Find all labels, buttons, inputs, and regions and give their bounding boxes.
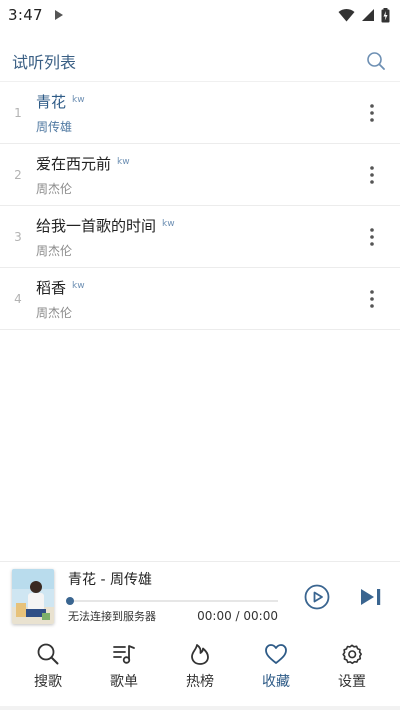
song-info: 稻香 kw 周杰伦 — [36, 277, 352, 321]
song-source-tag: kw — [117, 156, 130, 167]
status-time: 3:47 — [8, 6, 43, 24]
song-source-tag: kw — [162, 218, 175, 229]
nav-label: 设置 — [338, 674, 366, 690]
more-vertical-icon — [370, 165, 374, 184]
status-bar: 3:47 — [0, 0, 400, 30]
song-info: 青花 kw 周传雄 — [36, 91, 352, 135]
search-button[interactable] — [364, 49, 388, 73]
song-info: 给我一首歌的时间 kw 周杰伦 — [36, 215, 352, 259]
progress-bar[interactable] — [66, 597, 278, 605]
cell-signal-icon — [362, 9, 374, 21]
search-icon — [37, 643, 59, 665]
song-info: 爱在西元前 kw 周杰伦 — [36, 153, 352, 197]
song-index: 3 — [14, 229, 22, 244]
song-row[interactable]: 3 给我一首歌的时间 kw 周杰伦 — [0, 206, 400, 268]
song-source-tag: kw — [72, 280, 85, 291]
skip-next-icon — [361, 588, 381, 605]
song-row[interactable]: 1 青花 kw 周传雄 — [0, 82, 400, 144]
song-title: 给我一首歌的时间 — [36, 216, 157, 235]
more-vertical-icon — [370, 103, 374, 122]
song-source-tag: kw — [72, 94, 85, 105]
gear-icon — [342, 644, 362, 665]
song-index: 2 — [14, 167, 22, 182]
flame-icon — [191, 644, 209, 665]
song-row[interactable]: 2 爱在西元前 kw 周杰伦 — [0, 144, 400, 206]
more-vertical-icon — [370, 227, 374, 246]
album-cover[interactable] — [12, 569, 54, 624]
search-icon — [367, 51, 385, 70]
bottom-nav: 搜歌 歌单 热榜 收藏 设置 — [0, 635, 400, 697]
more-options-button[interactable] — [352, 155, 392, 195]
song-title: 爱在西元前 — [36, 154, 112, 173]
more-options-button[interactable] — [352, 279, 392, 319]
nav-item-favorites[interactable]: 收藏 — [246, 641, 306, 691]
player-status-message: 无法连接到服务器 — [68, 610, 156, 623]
song-row[interactable]: 4 稻香 kw 周杰伦 — [0, 268, 400, 330]
nav-item-playlist[interactable]: 歌单 — [94, 641, 154, 691]
song-title: 青花 — [36, 92, 67, 111]
nav-label: 热榜 — [186, 674, 214, 690]
header: 试听列表 — [0, 40, 400, 82]
nav-item-hot[interactable]: 热榜 — [170, 641, 230, 691]
gesture-bar-area — [0, 706, 400, 710]
app-screen: 3:47 试听列表 1 青花 kw 周传雄 2 爱在西元前 kw 周杰伦 3 给… — [0, 0, 400, 710]
heart-icon — [265, 644, 287, 664]
progress-track — [68, 600, 278, 602]
more-options-button[interactable] — [352, 217, 392, 257]
nav-label: 搜歌 — [34, 674, 62, 690]
song-artist: 周传雄 — [36, 119, 73, 134]
player-info: 青花 - 周传雄 无法连接到服务器 00:00 / 00:00 — [66, 569, 278, 624]
next-button[interactable] — [356, 582, 386, 612]
nav-item-settings[interactable]: 设置 — [322, 641, 382, 691]
player-bar: 青花 - 周传雄 无法连接到服务器 00:00 / 00:00 — [0, 561, 400, 631]
wifi-icon — [338, 8, 355, 22]
play-button[interactable] — [302, 582, 332, 612]
song-index: 1 — [14, 105, 22, 120]
status-icons — [338, 7, 390, 23]
nav-label: 收藏 — [262, 674, 290, 690]
playlist-icon — [113, 645, 135, 664]
play-circle-icon — [304, 584, 330, 609]
song-index: 4 — [14, 291, 22, 306]
player-controls — [302, 582, 386, 612]
nav-label: 歌单 — [110, 674, 138, 690]
now-playing-title: 青花 - 周传雄 — [68, 572, 152, 588]
battery-charging-icon — [381, 7, 390, 22]
media-playing-icon — [54, 10, 63, 20]
more-options-button[interactable] — [352, 93, 392, 133]
page-title: 试听列表 — [12, 52, 77, 72]
song-list: 1 青花 kw 周传雄 2 爱在西元前 kw 周杰伦 3 给我一首歌的时间 kw… — [0, 82, 400, 330]
more-vertical-icon — [370, 289, 374, 308]
song-artist: 周杰伦 — [36, 181, 73, 196]
song-artist: 周杰伦 — [36, 243, 73, 258]
playback-time: 00:00 / 00:00 — [197, 609, 278, 623]
album-cover-image — [12, 569, 54, 624]
song-title: 稻香 — [36, 278, 67, 297]
progress-thumb[interactable] — [66, 597, 74, 605]
nav-item-search[interactable]: 搜歌 — [18, 641, 78, 691]
song-artist: 周杰伦 — [36, 305, 73, 320]
